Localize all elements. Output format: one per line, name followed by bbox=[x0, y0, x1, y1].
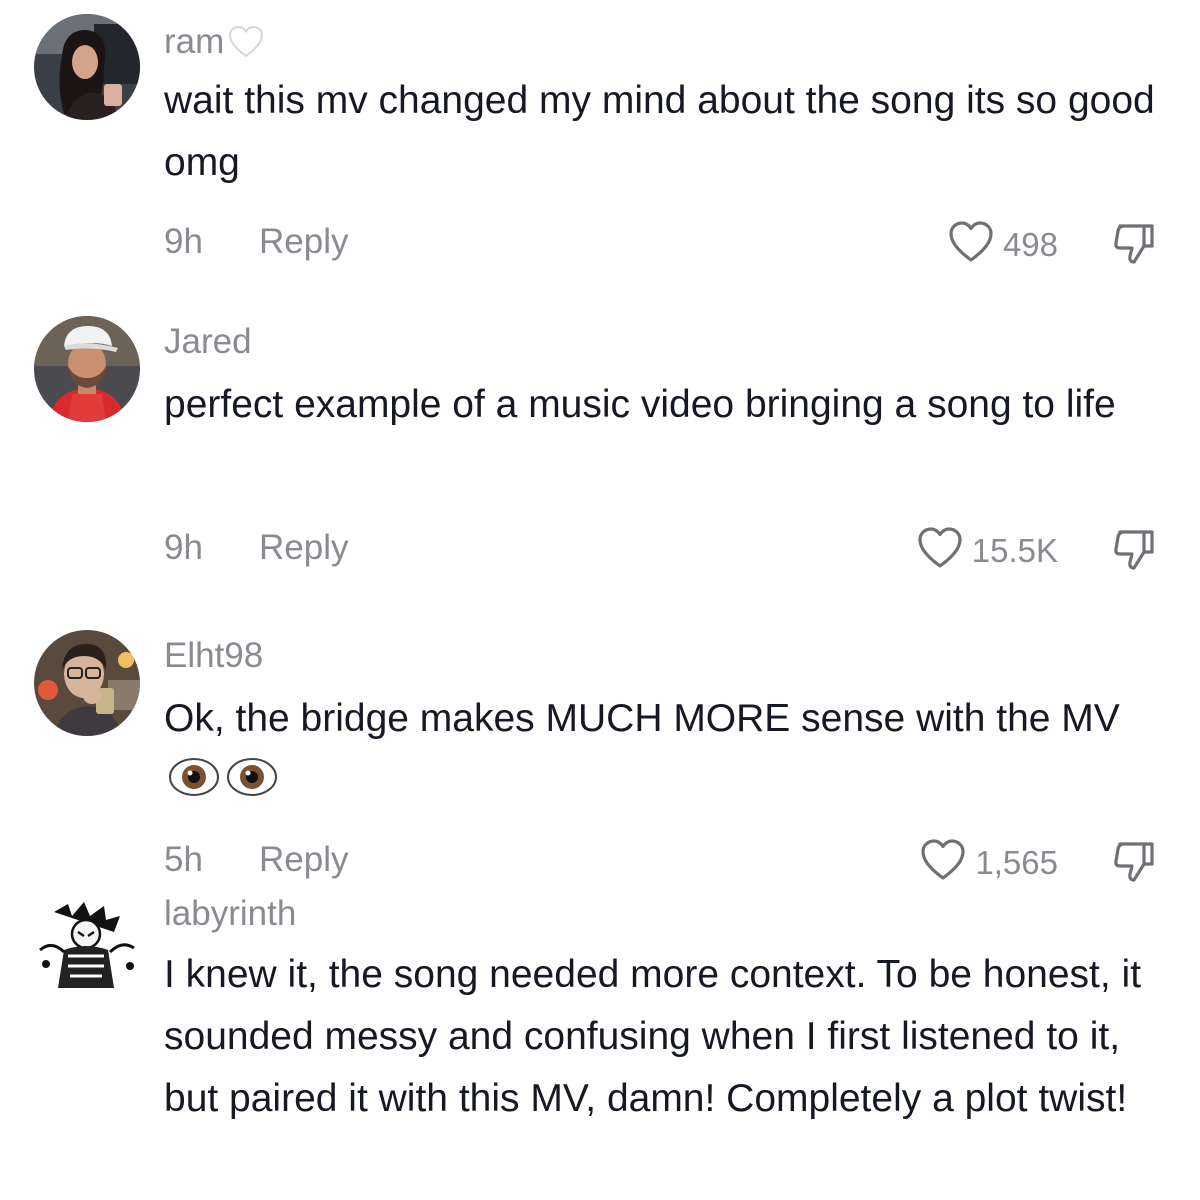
username[interactable]: ram bbox=[164, 22, 264, 62]
comment-text: perfect example of a music video bringin… bbox=[164, 383, 1116, 426]
comment-text: wait this mv changed my mind about the s… bbox=[164, 79, 1155, 184]
comment-meta: 5h Reply bbox=[164, 840, 348, 880]
avatar[interactable] bbox=[34, 14, 140, 120]
white-heart-icon bbox=[228, 25, 264, 59]
heart-outline-icon bbox=[919, 838, 967, 887]
username-text: Jared bbox=[164, 322, 252, 361]
comment-time: 5h bbox=[164, 840, 203, 879]
thumbs-down-icon[interactable] bbox=[1110, 220, 1158, 268]
comment-text: Ok, the bridge makes MUCH MORE sense wit… bbox=[164, 688, 1174, 818]
comment-meta: 9h Reply bbox=[164, 222, 348, 262]
avatar[interactable] bbox=[34, 316, 140, 422]
comment-time: 9h bbox=[164, 222, 203, 261]
like-count: 1,565 bbox=[975, 843, 1058, 881]
like-count: 498 bbox=[1002, 225, 1058, 263]
like-button[interactable]: 15.5K bbox=[916, 526, 1058, 575]
like-button[interactable]: 498 bbox=[947, 220, 1058, 269]
like-button[interactable]: 1,565 bbox=[919, 838, 1058, 887]
avatar[interactable] bbox=[34, 892, 140, 998]
heart-outline-icon bbox=[947, 220, 995, 269]
avatar[interactable] bbox=[34, 630, 140, 736]
reply-button[interactable]: Reply bbox=[259, 840, 348, 880]
reply-button[interactable]: Reply bbox=[259, 222, 348, 262]
like-count: 15.5K bbox=[971, 531, 1058, 569]
comment-meta: 9h Reply bbox=[164, 528, 348, 568]
username[interactable]: Jared bbox=[164, 322, 252, 362]
heart-outline-icon bbox=[916, 526, 964, 575]
reply-button[interactable]: Reply bbox=[259, 528, 348, 568]
comment-text-content: Ok, the bridge makes MUCH MORE sense wit… bbox=[164, 697, 1120, 740]
username[interactable]: Elht98 bbox=[164, 636, 263, 676]
thumbs-down-icon[interactable] bbox=[1110, 838, 1158, 886]
comment-time: 9h bbox=[164, 528, 203, 567]
username-text: Elht98 bbox=[164, 636, 264, 675]
username[interactable]: labyrinth bbox=[164, 894, 296, 934]
eyes-emoji bbox=[168, 755, 280, 818]
username-text: ram bbox=[164, 22, 225, 61]
thumbs-down-icon[interactable] bbox=[1110, 526, 1158, 574]
comment-text: I knew it, the song needed more context.… bbox=[164, 953, 1142, 1120]
username-text: labyrinth bbox=[164, 894, 297, 933]
